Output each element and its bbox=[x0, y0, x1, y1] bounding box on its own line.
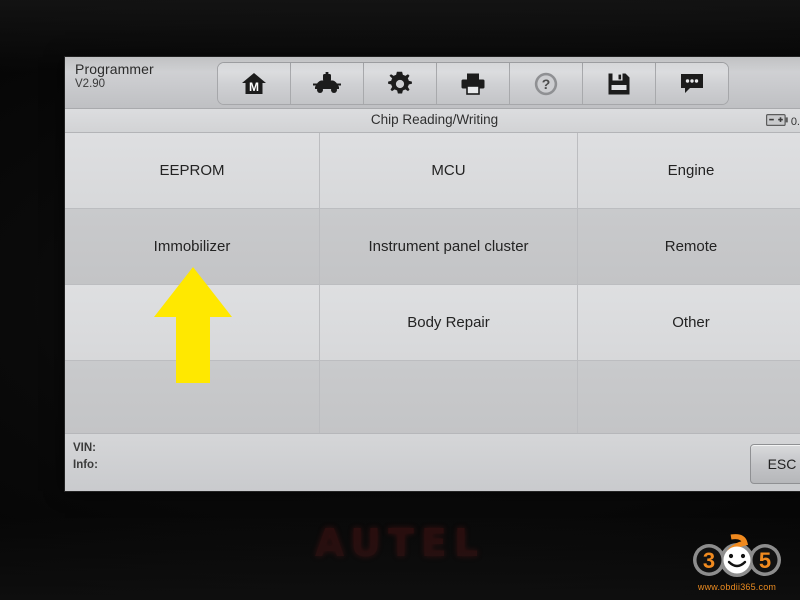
esc-button[interactable]: ESC bbox=[750, 444, 800, 484]
vin-label: VIN: bbox=[73, 442, 96, 454]
watermark-obdii365: 3 5 www.obdii365.com bbox=[682, 533, 792, 592]
up-arrow-annotation bbox=[152, 265, 234, 385]
print-button[interactable] bbox=[437, 63, 510, 104]
feedback-button[interactable] bbox=[656, 63, 728, 104]
menu-item-empty-3 bbox=[578, 361, 800, 436]
watermark-365-logo: 3 5 bbox=[693, 534, 781, 577]
info-bar: VIN: Info: ESC bbox=[65, 433, 800, 491]
menu-item-remote[interactable]: Remote bbox=[578, 209, 800, 284]
menu-item-empty-2 bbox=[320, 361, 578, 436]
status-bar: Chip Reading/Writing 0. bbox=[65, 109, 800, 133]
battery-icon bbox=[765, 113, 788, 131]
svg-text:5: 5 bbox=[759, 548, 771, 573]
home-button[interactable]: M bbox=[218, 63, 291, 104]
save-icon bbox=[607, 72, 631, 96]
menu-item-body-repair[interactable]: Body Repair bbox=[320, 285, 578, 360]
settings-button[interactable] bbox=[364, 63, 437, 104]
svg-text:3: 3 bbox=[703, 548, 715, 573]
help-button[interactable]: ? bbox=[510, 63, 583, 104]
menu-item-other[interactable]: Other bbox=[578, 285, 800, 360]
menu-item-eeprom[interactable]: EEPROM bbox=[65, 133, 320, 208]
home-icon: M bbox=[241, 72, 267, 96]
gear-icon bbox=[387, 71, 413, 97]
watermark-site-text: www.obdii365.com bbox=[697, 582, 777, 592]
info-label: Info: bbox=[73, 458, 98, 471]
brand-logo-autel: AUTEL bbox=[314, 521, 486, 565]
help-icon: ? bbox=[533, 71, 559, 97]
app-bar: Programmer V2.90 M ? bbox=[65, 57, 800, 109]
device-body: Programmer V2.90 M ? Chip Reading/Writin… bbox=[0, 0, 800, 600]
printer-icon bbox=[460, 72, 486, 96]
page-title: Chip Reading/Writing bbox=[370, 112, 499, 127]
menu-item-instrument-panel-cluster[interactable]: Instrument panel cluster bbox=[320, 209, 578, 284]
table-row: EEPROM MCU Engine bbox=[65, 133, 800, 209]
svg-text:?: ? bbox=[542, 76, 551, 92]
menu-item-mcu[interactable]: MCU bbox=[320, 133, 578, 208]
battery-level: 0. bbox=[790, 116, 800, 128]
message-icon bbox=[679, 72, 705, 96]
app-title-block: Programmer V2.90 bbox=[75, 61, 154, 91]
menu-item-engine[interactable]: Engine bbox=[578, 133, 800, 208]
app-version: V2.90 bbox=[75, 78, 106, 91]
battery-indicator: 0. bbox=[765, 113, 800, 131]
svg-text:M: M bbox=[249, 80, 259, 94]
toolbar: M ? bbox=[217, 62, 729, 105]
save-button[interactable] bbox=[583, 63, 656, 104]
vehicle-button[interactable] bbox=[291, 63, 364, 104]
vin-info-block: VIN: Info: bbox=[73, 440, 98, 473]
app-name: Programmer bbox=[75, 61, 154, 77]
vehicle-icon bbox=[312, 71, 342, 96]
